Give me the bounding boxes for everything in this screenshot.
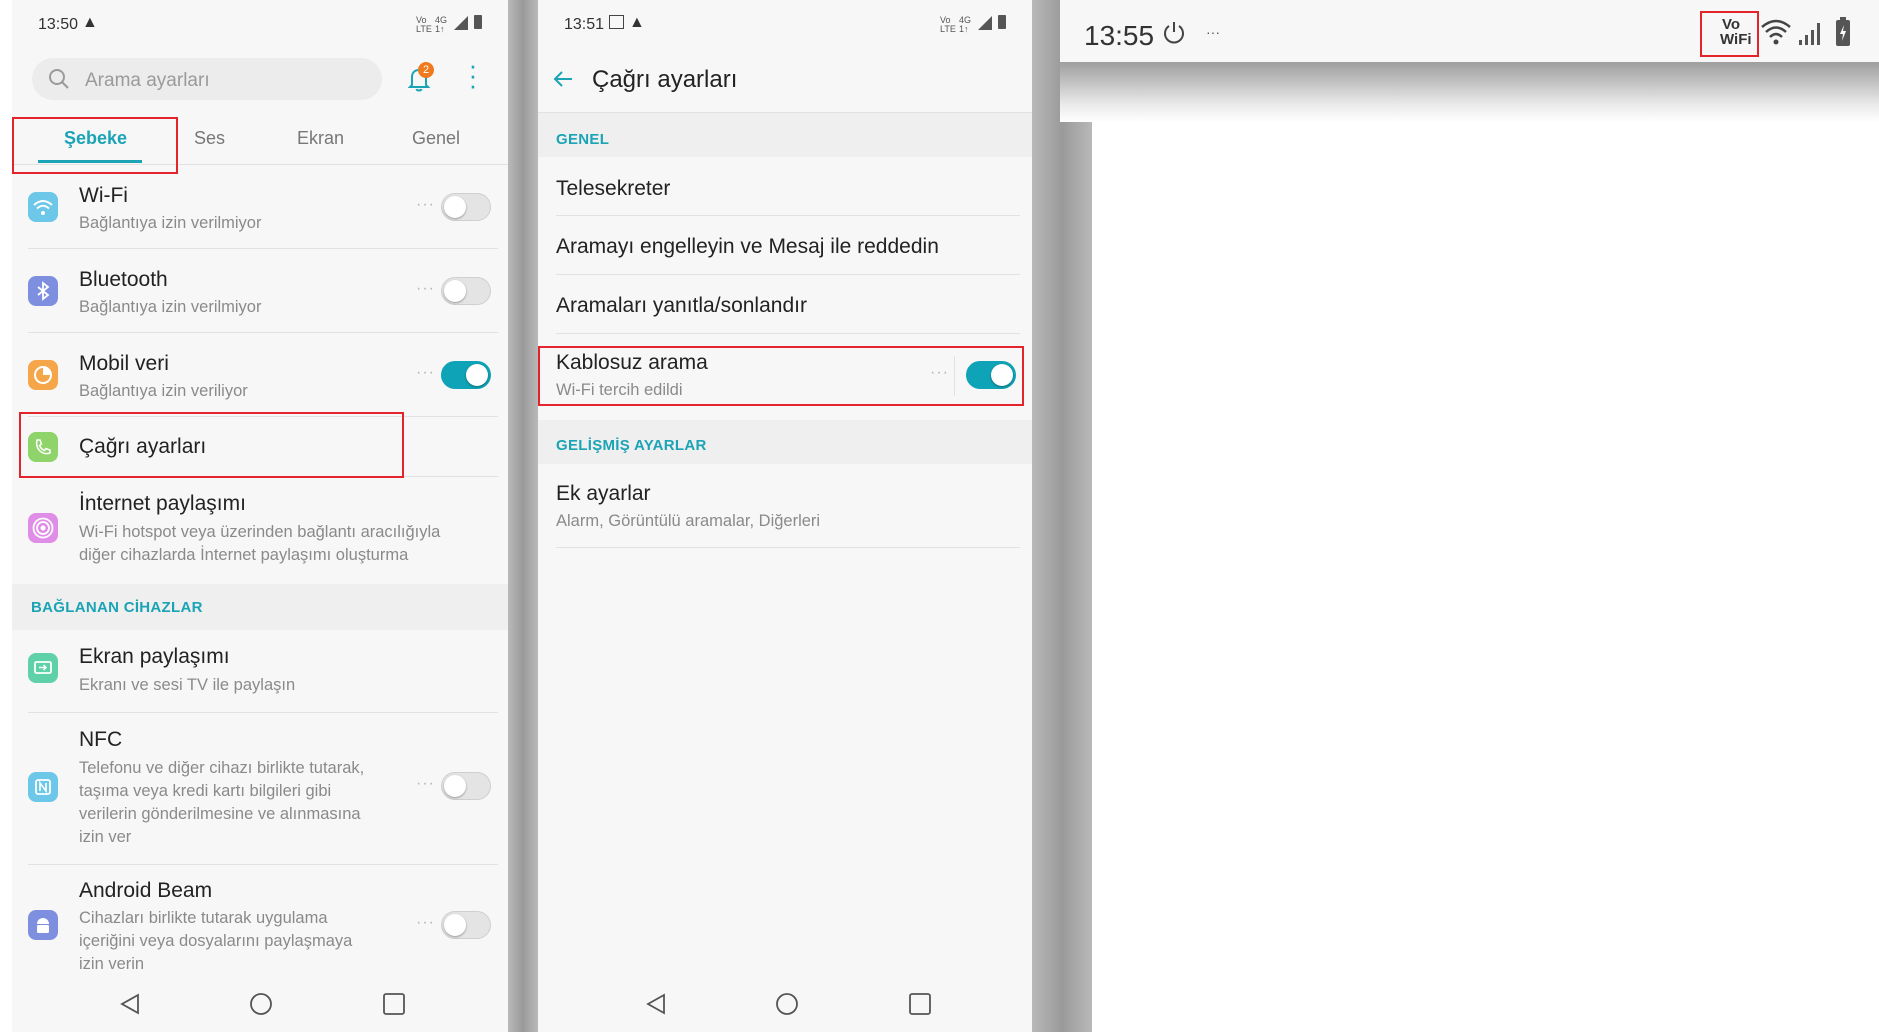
signal-icon bbox=[978, 16, 992, 30]
nfc-more-icon[interactable]: ··· bbox=[416, 775, 435, 793]
advanced-section-label: GELİŞMİŞ AYARLAR bbox=[556, 437, 707, 454]
bluetooth-subtitle: Bağlantıya izin verilmiyor bbox=[79, 298, 262, 316]
warning-icon: ▲ bbox=[629, 14, 645, 31]
4g-icon: 4G 1↑ bbox=[435, 15, 448, 34]
status-time: 13:50 bbox=[38, 16, 79, 33]
highlight-call-settings bbox=[19, 412, 404, 478]
warning-icon: ▲ bbox=[82, 14, 98, 31]
connected-devices-label: BAĞLANAN CİHAZLAR bbox=[31, 599, 203, 616]
row-divider bbox=[28, 712, 498, 713]
highlight-tab-sebeke bbox=[12, 117, 178, 174]
more-options-icon[interactable]: · · · bbox=[468, 52, 478, 98]
advanced-section-header: GELİŞMİŞ AYARLAR bbox=[538, 420, 1032, 464]
wifi-signal-icon bbox=[1761, 19, 1791, 45]
mobile-data-subtitle: Bağlantıya izin veriliyor bbox=[79, 382, 248, 400]
volte-icon: Vo LTE bbox=[416, 15, 432, 34]
android-beam-subtitle-line1: Cihazları birlikte tutarak uygulama bbox=[79, 909, 328, 927]
row-divider bbox=[28, 332, 498, 333]
search-bar[interactable]: Arama ayarları bbox=[32, 58, 382, 100]
nfc-subtitle-line2: taşıma veya kredi kartı bilgileri gibi bbox=[79, 782, 332, 800]
cell-signal-icon bbox=[1799, 23, 1820, 45]
4g-icon: 4G 1↑ bbox=[959, 15, 972, 34]
row-divider bbox=[28, 248, 498, 249]
navigation-bar bbox=[538, 976, 1032, 1032]
android-beam-title: Android Beam bbox=[79, 879, 213, 902]
image-icon bbox=[609, 15, 624, 29]
battery-icon bbox=[474, 15, 482, 29]
screen-share-title: Ekran paylaşımı bbox=[79, 645, 230, 668]
home-icon[interactable] bbox=[775, 992, 799, 1016]
wifi-more-icon[interactable]: ··· bbox=[416, 196, 435, 214]
status-bar: 13:50 ▲ Vo LTE 4G 1↑ bbox=[12, 0, 508, 50]
tethering-title: İnternet paylaşımı bbox=[79, 492, 246, 515]
tethering-subtitle-line2: diğer cihazlarda İnternet paylaşımı oluş… bbox=[79, 546, 409, 564]
panel-gutter bbox=[1032, 0, 1092, 1032]
bluetooth-title: Bluetooth bbox=[79, 268, 168, 291]
recents-icon[interactable] bbox=[382, 992, 406, 1016]
tab-genel[interactable]: Genel bbox=[412, 128, 460, 149]
connected-devices-header: BAĞLANAN CİHAZLAR bbox=[12, 584, 508, 630]
android-beam-subtitle-line3: izin verin bbox=[79, 955, 145, 973]
mobile-data-title: Mobil veri bbox=[79, 352, 169, 375]
signal-icon bbox=[454, 16, 468, 30]
nfc-toggle[interactable] bbox=[441, 772, 491, 800]
wifi-toggle[interactable] bbox=[441, 193, 491, 221]
highlight-vowifi bbox=[1700, 11, 1759, 57]
tab-ekran[interactable]: Ekran bbox=[297, 128, 344, 149]
extra-settings-subtitle: Alarm, Görüntülü aramalar, Diğerleri bbox=[556, 512, 821, 530]
status-bar: 13:51 ▲ Vo LTE 4G 1↑ bbox=[538, 0, 1032, 50]
extra-settings-title: Ek ayarlar bbox=[556, 482, 651, 505]
battery-charging-icon bbox=[1836, 17, 1850, 46]
page-title: Çağrı ayarları bbox=[592, 66, 738, 93]
bluetooth-more-icon[interactable]: ··· bbox=[416, 280, 435, 298]
block-call-title: Aramayı engelleyin ve Mesaj ile reddedin bbox=[556, 235, 939, 258]
answer-end-title: Aramaları yanıtla/sonlandır bbox=[556, 294, 807, 317]
nfc-title: NFC bbox=[79, 728, 123, 751]
general-section-header: GENEL bbox=[538, 113, 1032, 157]
wifi-subtitle: Bağlantıya izin verilmiyor bbox=[79, 214, 262, 232]
more-notifications-icon: ··· bbox=[1206, 24, 1220, 40]
search-placeholder: Arama ayarları bbox=[85, 70, 210, 91]
notification-button[interactable]: 2 bbox=[404, 62, 434, 94]
bluetooth-toggle[interactable] bbox=[441, 277, 491, 305]
back-icon[interactable] bbox=[644, 992, 668, 1016]
mobile-data-more-icon[interactable]: ··· bbox=[416, 364, 435, 382]
volte-icon: Vo LTE bbox=[940, 15, 956, 34]
screen-share-subtitle: Ekranı ve sesi TV ile paylaşın bbox=[79, 676, 296, 694]
nfc-subtitle-line1: Telefonu ve diğer cihazı birlikte tutara… bbox=[79, 759, 365, 777]
status-shadow bbox=[1060, 62, 1879, 122]
general-section-label: GENEL bbox=[556, 131, 610, 148]
back-arrow-icon[interactable] bbox=[552, 68, 574, 90]
search-icon bbox=[49, 69, 69, 89]
nfc-subtitle-line4: izin ver bbox=[79, 828, 132, 846]
android-beam-subtitle-line2: içeriğini veya dosyalarını paylaşmaya bbox=[79, 932, 353, 950]
highlight-wifi-calling bbox=[538, 346, 1024, 406]
voicemail-title: Telesekreter bbox=[556, 177, 671, 200]
recents-icon[interactable] bbox=[908, 992, 932, 1016]
panel-gutter bbox=[508, 0, 538, 1032]
navigation-bar bbox=[12, 976, 508, 1032]
mobile-data-toggle[interactable] bbox=[441, 361, 491, 389]
row-divider bbox=[28, 864, 498, 865]
tethering-subtitle-line1: Wi-Fi hotspot veya üzerinden bağlantı ar… bbox=[79, 523, 441, 541]
android-beam-more-icon[interactable]: ··· bbox=[416, 914, 435, 932]
status-time: 13:51 bbox=[564, 16, 605, 33]
notification-badge: 2 bbox=[418, 62, 434, 78]
battery-icon bbox=[998, 15, 1006, 29]
back-icon[interactable] bbox=[118, 992, 142, 1016]
android-beam-toggle[interactable] bbox=[441, 911, 491, 939]
call-settings-screen: 13:51 ▲ Vo LTE 4G 1↑ Çağrı ayarları GENEL … bbox=[538, 0, 1032, 1032]
wifi-title: Wi-Fi bbox=[79, 184, 128, 207]
nfc-subtitle-line3: verilerin gönderilmesine ve alınmasına bbox=[79, 805, 361, 823]
home-icon[interactable] bbox=[249, 992, 273, 1016]
power-icon bbox=[1164, 22, 1184, 44]
tab-ses[interactable]: Ses bbox=[194, 128, 225, 149]
row-divider bbox=[556, 547, 1020, 548]
screen-share-row[interactable] bbox=[12, 632, 508, 710]
status-time: 13:55 bbox=[1084, 20, 1155, 51]
